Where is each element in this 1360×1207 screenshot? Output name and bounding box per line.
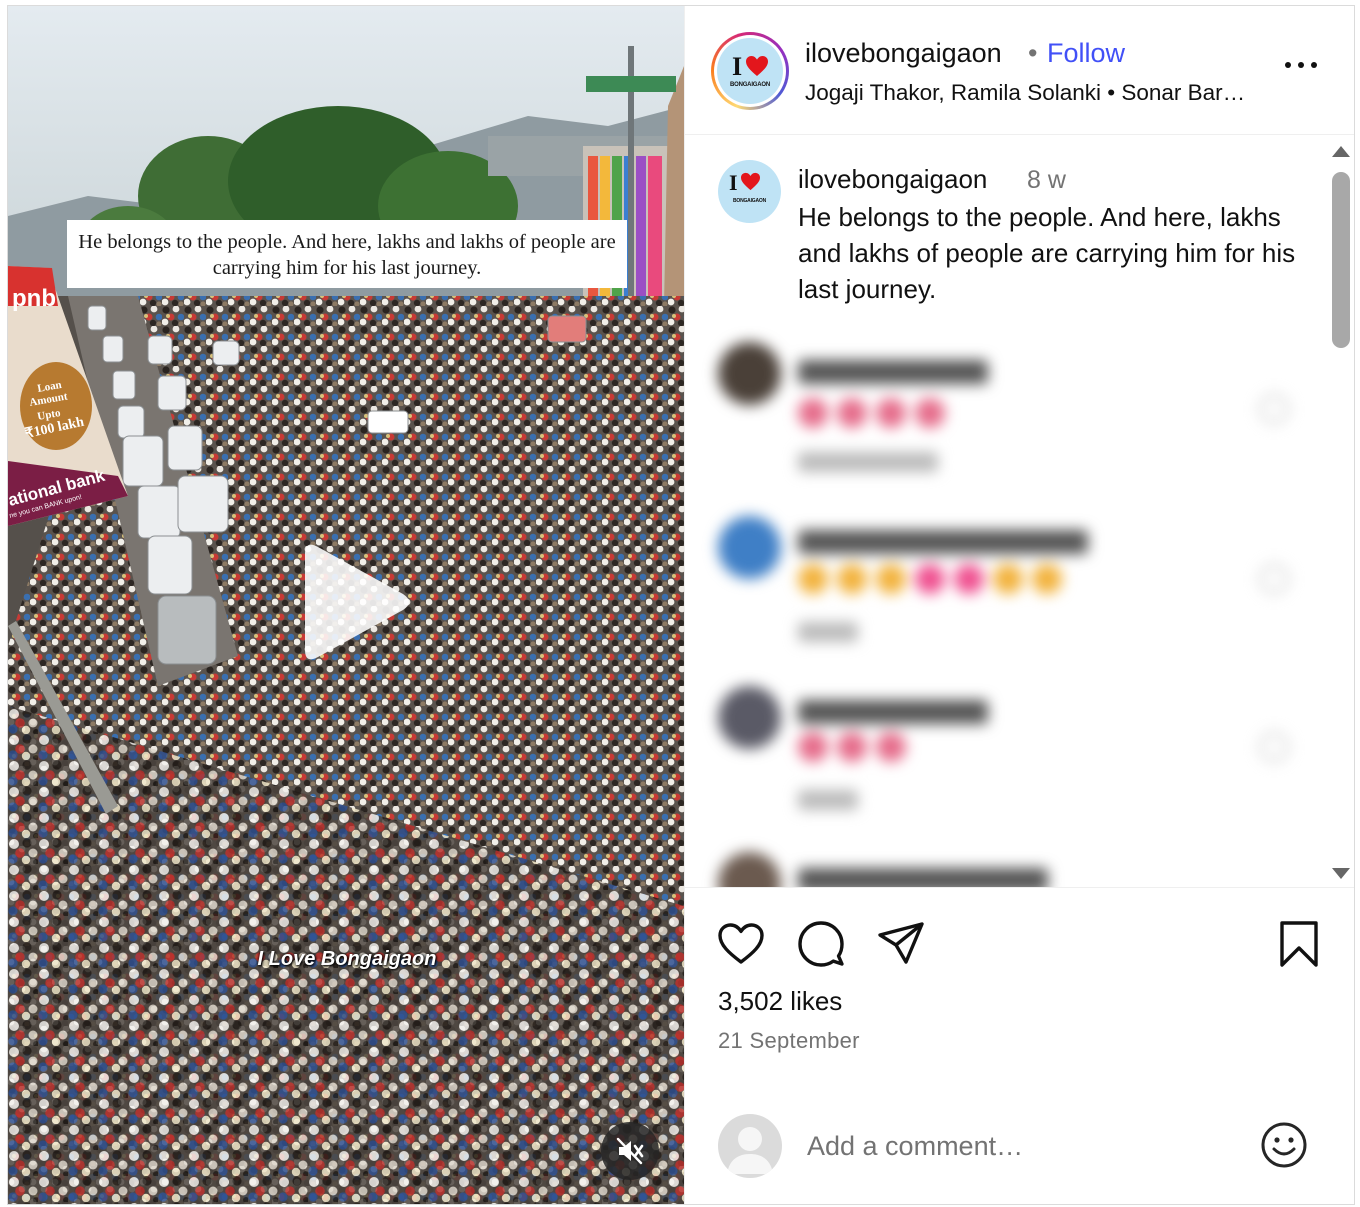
author-avatar[interactable]: I BONGAIGAON <box>711 32 789 110</box>
audio-attribution[interactable]: Jogaji Thakor, Ramila Solanki • Sonar Ba… <box>805 80 1265 106</box>
heart-icon[interactable] <box>715 918 767 970</box>
header-username[interactable]: ilovebongaigaon <box>805 38 1002 69</box>
comment-username <box>798 360 988 384</box>
caption-username[interactable]: ilovebongaigaon <box>798 164 987 195</box>
scroll-down-arrow-icon[interactable] <box>1332 868 1350 879</box>
heart-logo-icon-small <box>741 172 760 191</box>
more-horizontal-icon[interactable] <box>1281 50 1321 80</box>
logo-subtitle: BONGAIGAON <box>729 82 770 88</box>
add-comment-bar <box>685 1106 1354 1186</box>
logo-letter-small: I <box>729 170 738 195</box>
comment-icon[interactable] <box>795 918 847 970</box>
caption-text: He belongs to the people. And here, lakh… <box>798 202 1296 304</box>
comment-username <box>798 700 988 724</box>
video-caption-overlay: He belongs to the people. And here, lakh… <box>67 220 627 288</box>
post-media[interactable]: pnb Loan Amount Upto ₹100 lakh ational b… <box>8 6 684 1204</box>
current-user-avatar <box>718 1114 782 1178</box>
post-header: I BONGAIGAON ilovebongaigaon • Follow Jo… <box>685 6 1354 135</box>
billboard-brand: pnb <box>12 285 56 312</box>
comment-avatar <box>718 516 781 579</box>
post-dialog: pnb Loan Amount Upto ₹100 lakh ational b… <box>7 5 1355 1205</box>
bookmark-icon[interactable] <box>1273 918 1325 970</box>
logo-letter: I <box>732 52 743 81</box>
play-icon[interactable] <box>291 536 415 668</box>
follow-button[interactable]: Follow <box>1047 38 1125 69</box>
caption-avatar[interactable]: I BONGAIGAON <box>718 160 781 223</box>
bongaigaon-logo-small: I BONGAIGAON <box>718 160 781 223</box>
comment-username <box>798 868 1048 887</box>
comment-like-icon <box>1259 394 1289 424</box>
comment-like-icon <box>1259 732 1289 762</box>
comments-scrollbar-thumb[interactable] <box>1332 172 1350 348</box>
header-separator: • <box>1028 38 1038 68</box>
comments-section[interactable]: I BONGAIGAON ilovebongaigaon 8 w He belo… <box>685 136 1354 888</box>
post-date[interactable]: 21 September <box>718 1028 860 1054</box>
likes-count[interactable]: 3,502 likes <box>718 986 842 1017</box>
scroll-up-arrow-icon[interactable] <box>1332 146 1350 157</box>
muted-speaker-icon[interactable] <box>601 1122 659 1180</box>
comment-avatar <box>718 686 781 749</box>
comment-avatar <box>718 852 781 887</box>
comment-avatar <box>718 342 781 405</box>
comment-input[interactable] <box>807 1126 1227 1166</box>
post-actions <box>685 912 1354 982</box>
comment-like-icon <box>1259 564 1289 594</box>
emoji-icon[interactable] <box>1259 1120 1309 1170</box>
heart-logo-icon <box>746 56 768 76</box>
post-side-panel: I BONGAIGAON ilovebongaigaon • Follow Jo… <box>684 6 1354 1204</box>
logo-subtitle-small: BONGAIGAON <box>732 198 766 204</box>
comment-username <box>798 530 1088 554</box>
share-icon[interactable] <box>875 918 927 970</box>
bongaigaon-logo: I BONGAIGAON <box>717 38 783 104</box>
caption-timestamp[interactable]: 8 w <box>1027 166 1066 195</box>
default-user-icon <box>727 1127 773 1174</box>
video-watermark: I Love Bongaigaon <box>257 948 437 970</box>
